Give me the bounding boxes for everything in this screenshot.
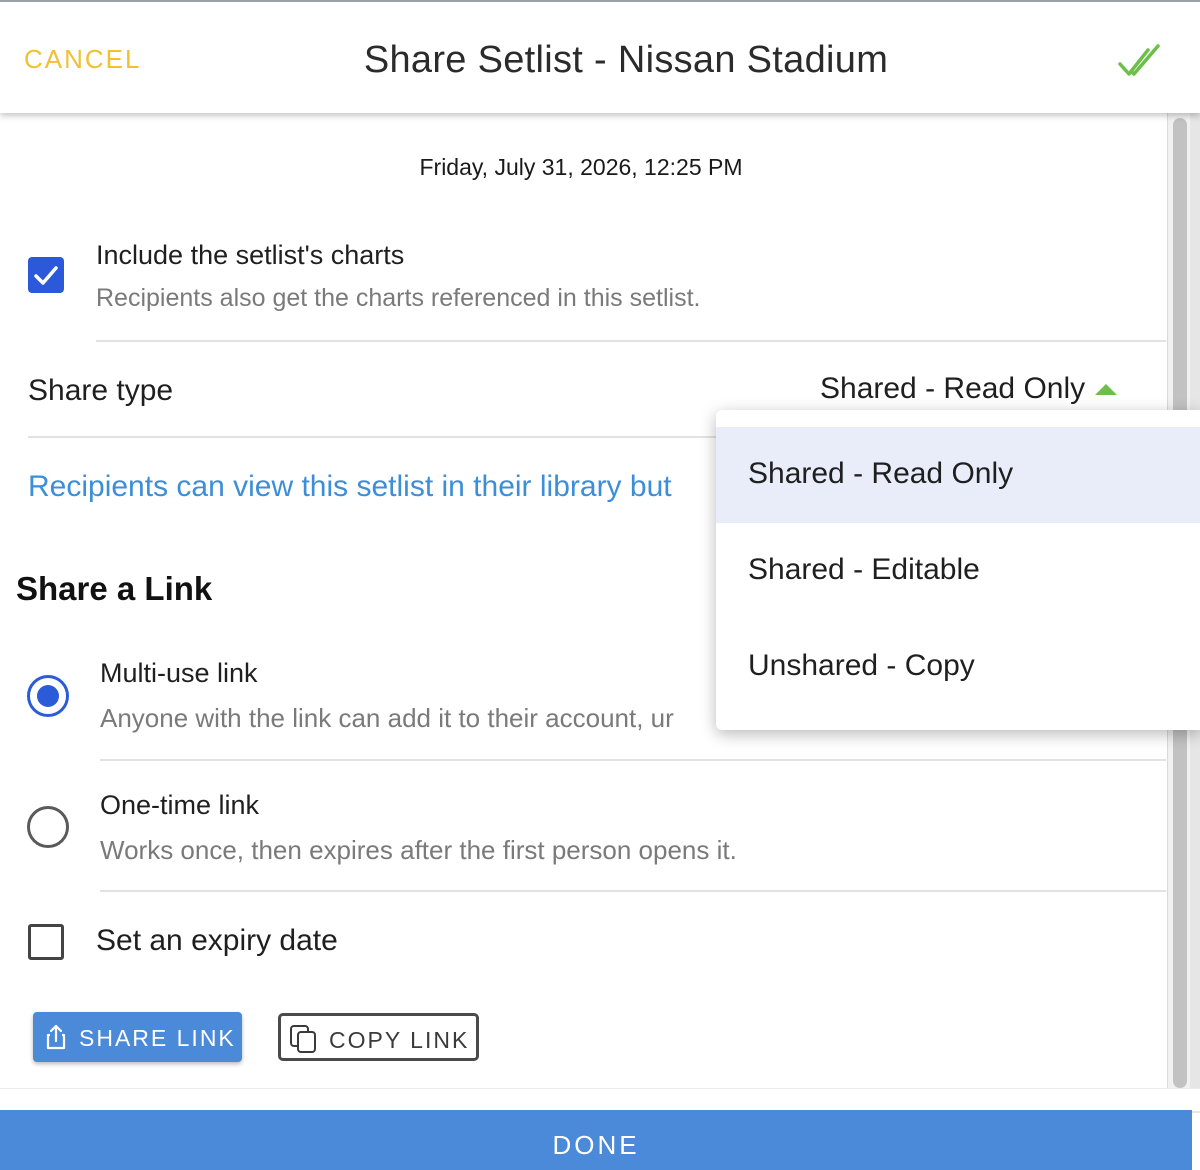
dropdown-option-copy[interactable]: Unshared - Copy [716,619,1200,715]
done-button[interactable]: DONE [0,1110,1192,1170]
caret-up-icon [1095,384,1118,396]
double-check-icon[interactable] [1114,38,1166,84]
expiry-date-checkbox[interactable] [28,924,64,960]
divider [100,890,1166,892]
share-link-label: SHARE LINK [79,1025,236,1051]
one-time-link-radio[interactable] [27,806,69,848]
share-type-label: Share type [28,374,174,407]
share-type-selected-value: Shared - Read Only [820,372,1086,405]
done-label: DONE [552,1130,640,1160]
copy-link-label: COPY LINK [329,1027,470,1053]
dialog-header: CANCEL Share Setlist - Nissan Stadium [0,0,1200,113]
share-type-dropdown-menu: Shared - Read Only Shared - Editable Uns… [716,410,1200,730]
one-time-link-subtitle: Works once, then expires after the first… [100,835,737,865]
share-type-select[interactable]: Shared - Read Only [820,372,1118,412]
copy-icon [290,1025,316,1053]
dropdown-option-label: Unshared - Copy [748,649,975,682]
multi-use-link-subtitle: Anyone with the link can add it to their… [100,703,674,733]
share-link-heading: Share a Link [16,570,213,607]
setlist-timestamp: Friday, July 31, 2026, 12:25 PM [419,154,743,180]
expiry-date-label: Set an expiry date [96,924,338,957]
share-type-description: Recipients can view this setlist in thei… [28,470,672,503]
multi-use-link-title: Multi-use link [100,658,258,688]
divider [96,340,1166,342]
footer-separator [0,1088,1200,1111]
multi-use-link-radio[interactable] [27,675,69,717]
divider [100,759,1166,761]
share-icon [46,1024,66,1050]
include-charts-title: Include the setlist's charts [96,240,405,270]
copy-link-button[interactable]: COPY LINK [278,1013,479,1061]
include-charts-checkbox[interactable] [28,257,64,293]
share-link-button[interactable]: SHARE LINK [33,1012,242,1062]
dropdown-option-read-only[interactable]: Shared - Read Only [716,427,1200,523]
dropdown-option-label: Shared - Editable [748,553,980,586]
dropdown-option-label: Shared - Read Only [748,457,1014,490]
dialog-title: Share Setlist - Nissan Stadium [363,39,889,81]
checkmark-icon [34,266,58,285]
one-time-link-title: One-time link [100,790,260,820]
dropdown-option-editable[interactable]: Shared - Editable [716,523,1200,619]
include-charts-subtitle: Recipients also get the charts reference… [96,284,701,312]
